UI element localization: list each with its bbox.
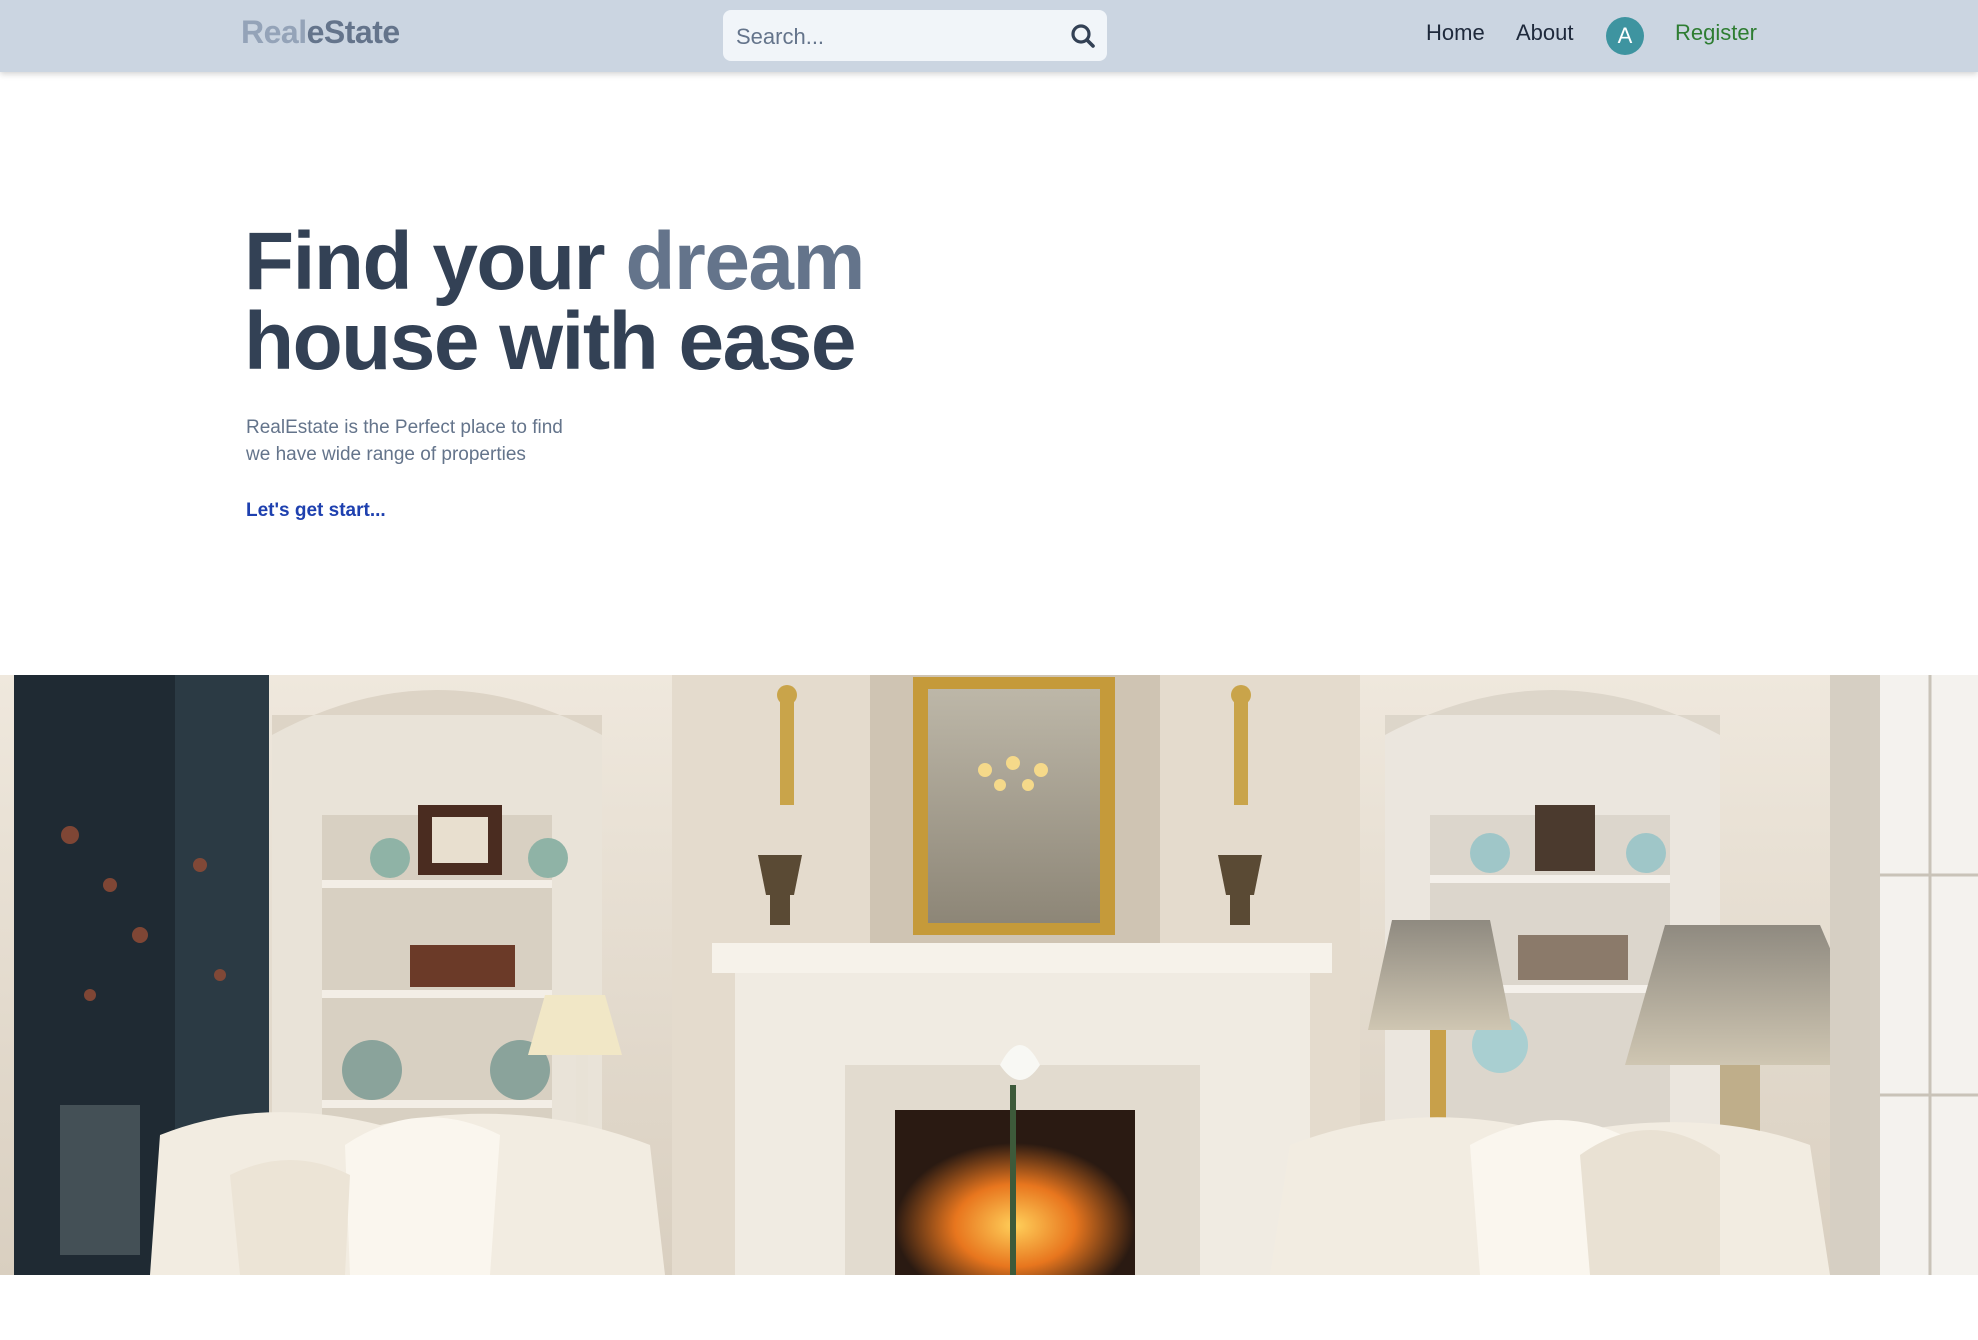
- headline-line2: house with ease: [244, 296, 856, 387]
- site-logo[interactable]: RealeState: [241, 14, 400, 51]
- search-input[interactable]: [734, 10, 1058, 63]
- nav-link-about[interactable]: About: [1516, 20, 1574, 46]
- get-started-link[interactable]: Let's get start...: [246, 500, 386, 522]
- user-avatar[interactable]: A: [1606, 17, 1644, 55]
- logo-part-1: Real: [241, 14, 307, 50]
- hero-living-room-image: [0, 675, 1978, 1275]
- logo-part-2: eState: [306, 14, 401, 50]
- nav-link-home[interactable]: Home: [1426, 20, 1485, 46]
- headline-line1-prefix: Find your: [244, 216, 626, 307]
- top-navbar: RealeState Home About A Register: [0, 0, 1978, 72]
- search-bar: [723, 10, 1107, 63]
- hero-headline: Find your dream house with ease: [244, 221, 865, 383]
- hero-subtext-line2: we have wide range of properties: [246, 444, 526, 465]
- headline-accent-word: dream: [625, 216, 865, 307]
- hero-subtext: RealEstate is the Perfect place to find …: [246, 414, 563, 468]
- hero-subtext-line1: RealEstate is the Perfect place to find: [246, 417, 563, 438]
- nav-link-register[interactable]: Register: [1675, 20, 1757, 46]
- search-icon[interactable]: [1069, 22, 1097, 50]
